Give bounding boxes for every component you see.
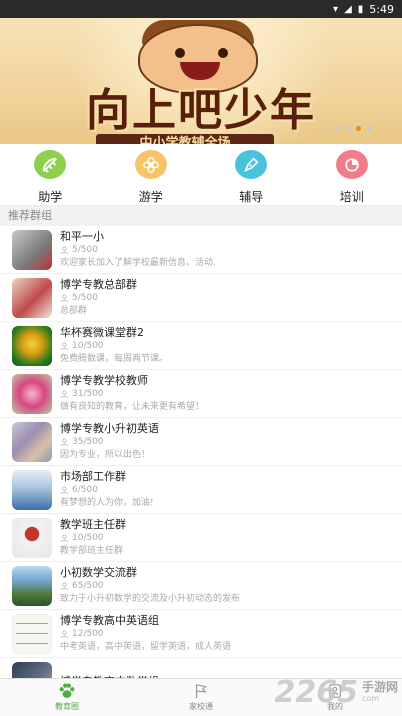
pie-icon	[335, 150, 368, 179]
group-name: 博学专教小升初英语	[60, 422, 159, 435]
paw-icon	[59, 683, 75, 698]
member-count: 10/500	[72, 341, 104, 351]
group-name: 华杯赛微课堂群2	[60, 326, 144, 339]
banner-character-eye	[175, 48, 185, 58]
group-avatar	[12, 565, 52, 606]
list-item[interactable]: 博学专教总部群 5/500 总部群	[0, 274, 402, 322]
group-avatar-handwriting	[16, 617, 48, 650]
quick-nav-item-travel[interactable]: 游学	[111, 150, 191, 205]
group-description: 致力于小升初数学的交流及小升初动态的发布	[60, 594, 241, 604]
group-avatar	[12, 517, 52, 558]
member-icon	[60, 245, 69, 254]
tab-label: 教育圈	[55, 702, 79, 711]
quick-nav-label: 培训	[339, 190, 364, 204]
group-description: 欢迎家长加入了解学校最新信息、活动.	[60, 258, 216, 268]
group-name: 博学专教总部群	[60, 278, 137, 291]
group-name: 和平一小	[60, 230, 104, 243]
member-icon	[60, 293, 69, 302]
wifi-icon: ◢	[344, 3, 352, 15]
group-description: 免费腾数课，每周两节课。	[60, 354, 169, 364]
member-count: 5/500	[72, 245, 98, 255]
promo-banner[interactable]: 向上吧少年 中小学教辅全场	[0, 18, 402, 144]
status-time: 5:49	[369, 2, 394, 16]
group-avatar	[12, 277, 52, 318]
group-description: 总部群	[60, 306, 88, 316]
quick-nav: 助学 游学 辅导 培训	[0, 144, 402, 206]
member-count: 6/500	[72, 485, 98, 495]
list-item[interactable]: 小初数学交流群 65/500 致力于小升初数学的交流及小升初动态的发布	[0, 562, 402, 610]
group-description: 因为专业，所以出色！	[60, 450, 151, 460]
pager-dot[interactable]	[367, 126, 372, 131]
site-watermark: 2265 手游网 com	[274, 675, 398, 710]
group-name: 市场部工作群	[60, 470, 126, 483]
watermark-domain: com	[361, 693, 380, 703]
list-item[interactable]: 市场部工作群 6/500 有梦想的人为你，加油!	[0, 466, 402, 514]
group-name: 博学专教高中英语组	[60, 614, 159, 627]
group-avatar	[12, 613, 52, 654]
list-item[interactable]: 博学专教高中英语组 12/500 中考英语，高中英语，留学英语，成人英语	[0, 610, 402, 658]
member-count: 12/500	[72, 629, 104, 639]
group-description: 教学部班主任群	[60, 546, 124, 556]
member-icon	[60, 485, 69, 494]
group-name: 博学专教学校教师	[60, 374, 148, 387]
pager-dot[interactable]	[334, 126, 339, 131]
member-icon	[60, 437, 69, 446]
member-count: 10/500	[72, 533, 104, 543]
quick-nav-label: 辅导	[239, 190, 264, 204]
banner-pager[interactable]	[334, 126, 372, 131]
member-count: 35/500	[72, 437, 104, 447]
quick-nav-item-assist[interactable]: 助学	[10, 150, 90, 205]
signal-icon: ▾	[333, 3, 339, 15]
list-item[interactable]: 博学专教小升初英语 35/500 因为专业，所以出色！	[0, 418, 402, 466]
group-name: 小初数学交流群	[60, 566, 137, 579]
pager-dot-active[interactable]	[356, 126, 361, 131]
member-icon	[60, 341, 69, 350]
quick-nav-label: 游学	[138, 190, 163, 204]
member-icon	[60, 533, 69, 542]
member-count: 5/500	[72, 293, 98, 303]
pen-icon	[235, 150, 268, 179]
flag-icon	[195, 684, 207, 699]
ruler-icon	[34, 150, 67, 179]
tab-home-school[interactable]: 家校通	[134, 679, 268, 716]
status-bar: ▾ ◢ ▮ 5:49	[0, 0, 402, 18]
group-description: 有梦想的人为你，加油!	[60, 498, 154, 508]
watermark-number: 2265	[274, 675, 358, 710]
group-avatar	[12, 325, 52, 366]
battery-icon: ▮	[357, 3, 364, 15]
group-description: 中考英语，高中英语，留学英语，成人英语	[60, 642, 232, 652]
member-icon	[60, 581, 69, 590]
pager-dot[interactable]	[345, 126, 350, 131]
member-icon	[60, 629, 69, 638]
group-avatar	[12, 373, 52, 414]
quick-nav-item-tutor[interactable]: 辅导	[211, 150, 291, 205]
member-count: 65/500	[72, 581, 104, 591]
group-avatar	[12, 421, 52, 462]
group-avatar	[12, 469, 52, 510]
group-description: 做有良知的教育，让未来更有希望！	[60, 402, 205, 412]
member-count: 31/500	[72, 389, 104, 399]
flower-icon	[134, 150, 167, 179]
quick-nav-label: 助学	[38, 190, 63, 204]
tab-label: 家校通	[189, 702, 213, 711]
group-avatar	[12, 229, 52, 270]
group-name: 教学班主任群	[60, 518, 126, 531]
list-item[interactable]: 博学专教学校教师 31/500 做有良知的教育，让未来更有希望！	[0, 370, 402, 418]
tab-education-circle[interactable]: 教育圈	[0, 679, 134, 716]
member-icon	[60, 389, 69, 398]
section-header: 推荐群组	[0, 206, 402, 226]
list-item[interactable]: 和平一小 5/500 欢迎家长加入了解学校最新信息、活动.	[0, 226, 402, 274]
banner-subtitle: 中小学教辅全场	[96, 134, 274, 144]
banner-character-eye	[218, 48, 228, 58]
quick-nav-item-training[interactable]: 培训	[312, 150, 392, 205]
list-item[interactable]: 华杯赛微课堂群2 10/500 免费腾数课，每周两节课。	[0, 322, 402, 370]
watermark-text: 手游网	[361, 679, 398, 694]
list-item[interactable]: 教学班主任群 10/500 教学部班主任群	[0, 514, 402, 562]
group-list[interactable]: 和平一小 5/500 欢迎家长加入了解学校最新信息、活动. 博学专教总部群 5/…	[0, 226, 402, 696]
